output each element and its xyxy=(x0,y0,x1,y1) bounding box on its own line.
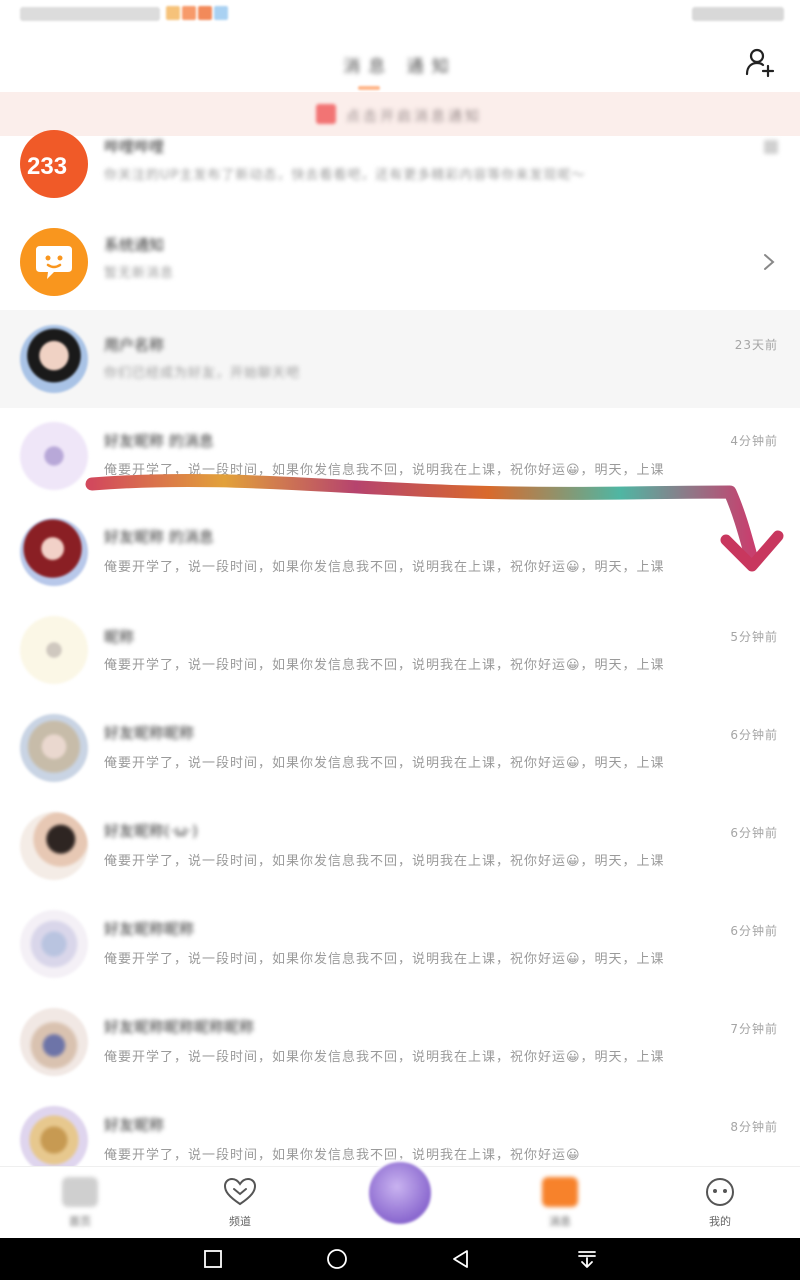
status-right-info xyxy=(692,7,784,21)
avatar xyxy=(20,228,88,296)
avatar xyxy=(20,812,88,880)
list-item[interactable]: 好友昵称 的消息 俺要开学了，说一段时间，如果你发信息我不回，说明我在上课，祝你… xyxy=(0,408,800,506)
face-icon xyxy=(706,1178,734,1206)
message-time: 5分钟前 xyxy=(730,630,778,644)
avatar xyxy=(20,714,88,782)
contact-name: 好友昵称 的消息 xyxy=(104,432,214,450)
heart-icon xyxy=(223,1177,257,1206)
message-time: 7分钟前 xyxy=(730,1022,778,1036)
avatar xyxy=(20,616,88,684)
list-item[interactable]: 好友昵称昵称 俺要开学了，说一段时间，如果你发信息我不回，说明我在上课，祝你好运… xyxy=(0,898,800,996)
status-bar xyxy=(0,0,800,30)
contact-name: 好友昵称 的消息 xyxy=(104,528,214,546)
recent-apps-icon[interactable] xyxy=(202,1248,224,1270)
bili-233-icon: 233 xyxy=(27,153,67,180)
list-item[interactable]: 用户名称 你们已经成为好友，开始聊天吧 23天前 xyxy=(0,310,800,408)
tab-label: 消息 xyxy=(549,1215,571,1228)
tab-notifications[interactable]: 通知 xyxy=(407,57,457,77)
avatar xyxy=(20,910,88,978)
tab-channel[interactable]: 频道 xyxy=(180,1167,300,1239)
system-nav-bar xyxy=(0,1238,800,1280)
message-time: 8分钟前 xyxy=(730,1120,778,1134)
list-item[interactable]: 昵称 俺要开学了，说一段时间，如果你发信息我不回，说明我在上课，祝你好运😀，明天… xyxy=(0,604,800,702)
contact-name: 系统通知 xyxy=(104,236,165,254)
center-publish-button[interactable] xyxy=(366,1159,434,1227)
list-item[interactable]: 233 哔哩哔哩 你关注的UP主发布了新动态，快去看看吧，还有更多精彩内容等你来… xyxy=(0,116,800,214)
message-preview: 俺要开学了，说一段时间，如果你发信息我不回，说明我在上课，祝你好运😀，明天，上课 xyxy=(104,560,665,575)
message-time: 23天前 xyxy=(734,338,778,352)
home-circle-icon[interactable] xyxy=(326,1248,348,1270)
message-preview: 俺要开学了，说一段时间，如果你发信息我不回，说明我在上课，祝你好运😀，明天，上课 xyxy=(104,952,665,967)
message-preview: 俺要开学了，说一段时间，如果你发信息我不回，说明我在上课，祝你好运😀，明天，上课 xyxy=(104,1050,665,1065)
back-icon[interactable] xyxy=(450,1248,472,1270)
message-time: 4分钟前 xyxy=(730,434,778,448)
tab-label: 我的 xyxy=(709,1215,731,1228)
svg-text:233: 233 xyxy=(27,153,67,180)
message-preview: 俺要开学了，说一段时间，如果你发信息我不回，说明我在上课，祝你好运😀，明天，上课 xyxy=(104,854,665,869)
contact-name: 哔哩哔哩 xyxy=(104,138,165,156)
active-tab-indicator xyxy=(358,86,380,90)
contact-name: 好友昵称昵称 xyxy=(104,724,195,742)
tab-messages[interactable]: 消息 xyxy=(343,57,393,77)
message-preview: 俺要开学了，说一段时间，如果你发信息我不回，说明我在上课，祝你好运😀，明天，上课 xyxy=(104,658,665,673)
avatar xyxy=(20,325,88,393)
status-left-info xyxy=(20,7,160,21)
list-item[interactable]: 好友昵称昵称 俺要开学了，说一段时间，如果你发信息我不回，说明我在上课，祝你好运… xyxy=(0,702,800,800)
message-preview: 你们已经成为好友，开始聊天吧 xyxy=(104,366,301,381)
tab-label: 频道 xyxy=(229,1215,251,1228)
avatar xyxy=(20,1106,88,1174)
message-preview: 俺要开学了，说一段时间，如果你发信息我不回，说明我在上课，祝你好运😀，明天，上课 xyxy=(104,463,665,478)
avatar xyxy=(20,1008,88,1076)
tab-messages[interactable]: 消息 xyxy=(500,1167,620,1239)
notification-icons xyxy=(166,6,228,22)
header: 消息 通知 xyxy=(0,30,800,92)
message-preview: 暂无新消息 xyxy=(104,266,175,281)
avatar xyxy=(20,518,88,586)
list-item[interactable]: 好友昵称(·ω·) 俺要开学了，说一段时间，如果你发信息我不回，说明我在上课，祝… xyxy=(0,800,800,898)
list-item[interactable]: 系统通知 暂无新消息 xyxy=(0,214,800,312)
avatar xyxy=(20,422,88,490)
message-time: 6分钟前 xyxy=(730,826,778,840)
message-time: 6分钟前 xyxy=(730,924,778,938)
chat-bubble-icon xyxy=(36,246,72,279)
add-friend-icon[interactable] xyxy=(744,46,776,78)
notification-pull-icon[interactable] xyxy=(576,1248,598,1270)
avatar: 233 xyxy=(20,130,88,198)
mute-icon xyxy=(764,140,778,154)
list-item[interactable]: 好友昵称 的消息 俺要开学了，说一段时间，如果你发信息我不回，说明我在上课，祝你… xyxy=(0,506,800,604)
tab-mine[interactable]: 我的 xyxy=(660,1167,780,1239)
contact-name: 用户名称 xyxy=(104,336,165,354)
contact-name: 好友昵称 xyxy=(104,1116,165,1134)
contact-name: 好友昵称(·ω·) xyxy=(104,822,198,840)
message-preview: 你关注的UP主发布了新动态，快去看看吧，还有更多精彩内容等你来发现呢～ xyxy=(104,168,586,183)
tab-home[interactable]: 首页 xyxy=(20,1167,140,1239)
bottom-tab-bar: 首页 频道 消息 我的 xyxy=(0,1159,800,1239)
chevron-right-icon xyxy=(764,254,775,270)
list-item[interactable]: 好友昵称昵称昵称昵称 俺要开学了，说一段时间，如果你发信息我不回，说明我在上课，… xyxy=(0,996,800,1094)
message-icon xyxy=(542,1177,578,1207)
tab-label: 首页 xyxy=(69,1215,91,1228)
home-icon xyxy=(62,1177,98,1207)
page-title[interactable]: 消息 通知 xyxy=(0,52,800,77)
message-time: 6分钟前 xyxy=(730,728,778,742)
message-preview: 俺要开学了，说一段时间，如果你发信息我不回，说明我在上课，祝你好运😀，明天，上课 xyxy=(104,756,665,771)
contact-name: 好友昵称昵称 xyxy=(104,920,195,938)
contact-name: 好友昵称昵称昵称昵称 xyxy=(104,1018,255,1036)
contact-name: 昵称 xyxy=(104,628,135,646)
